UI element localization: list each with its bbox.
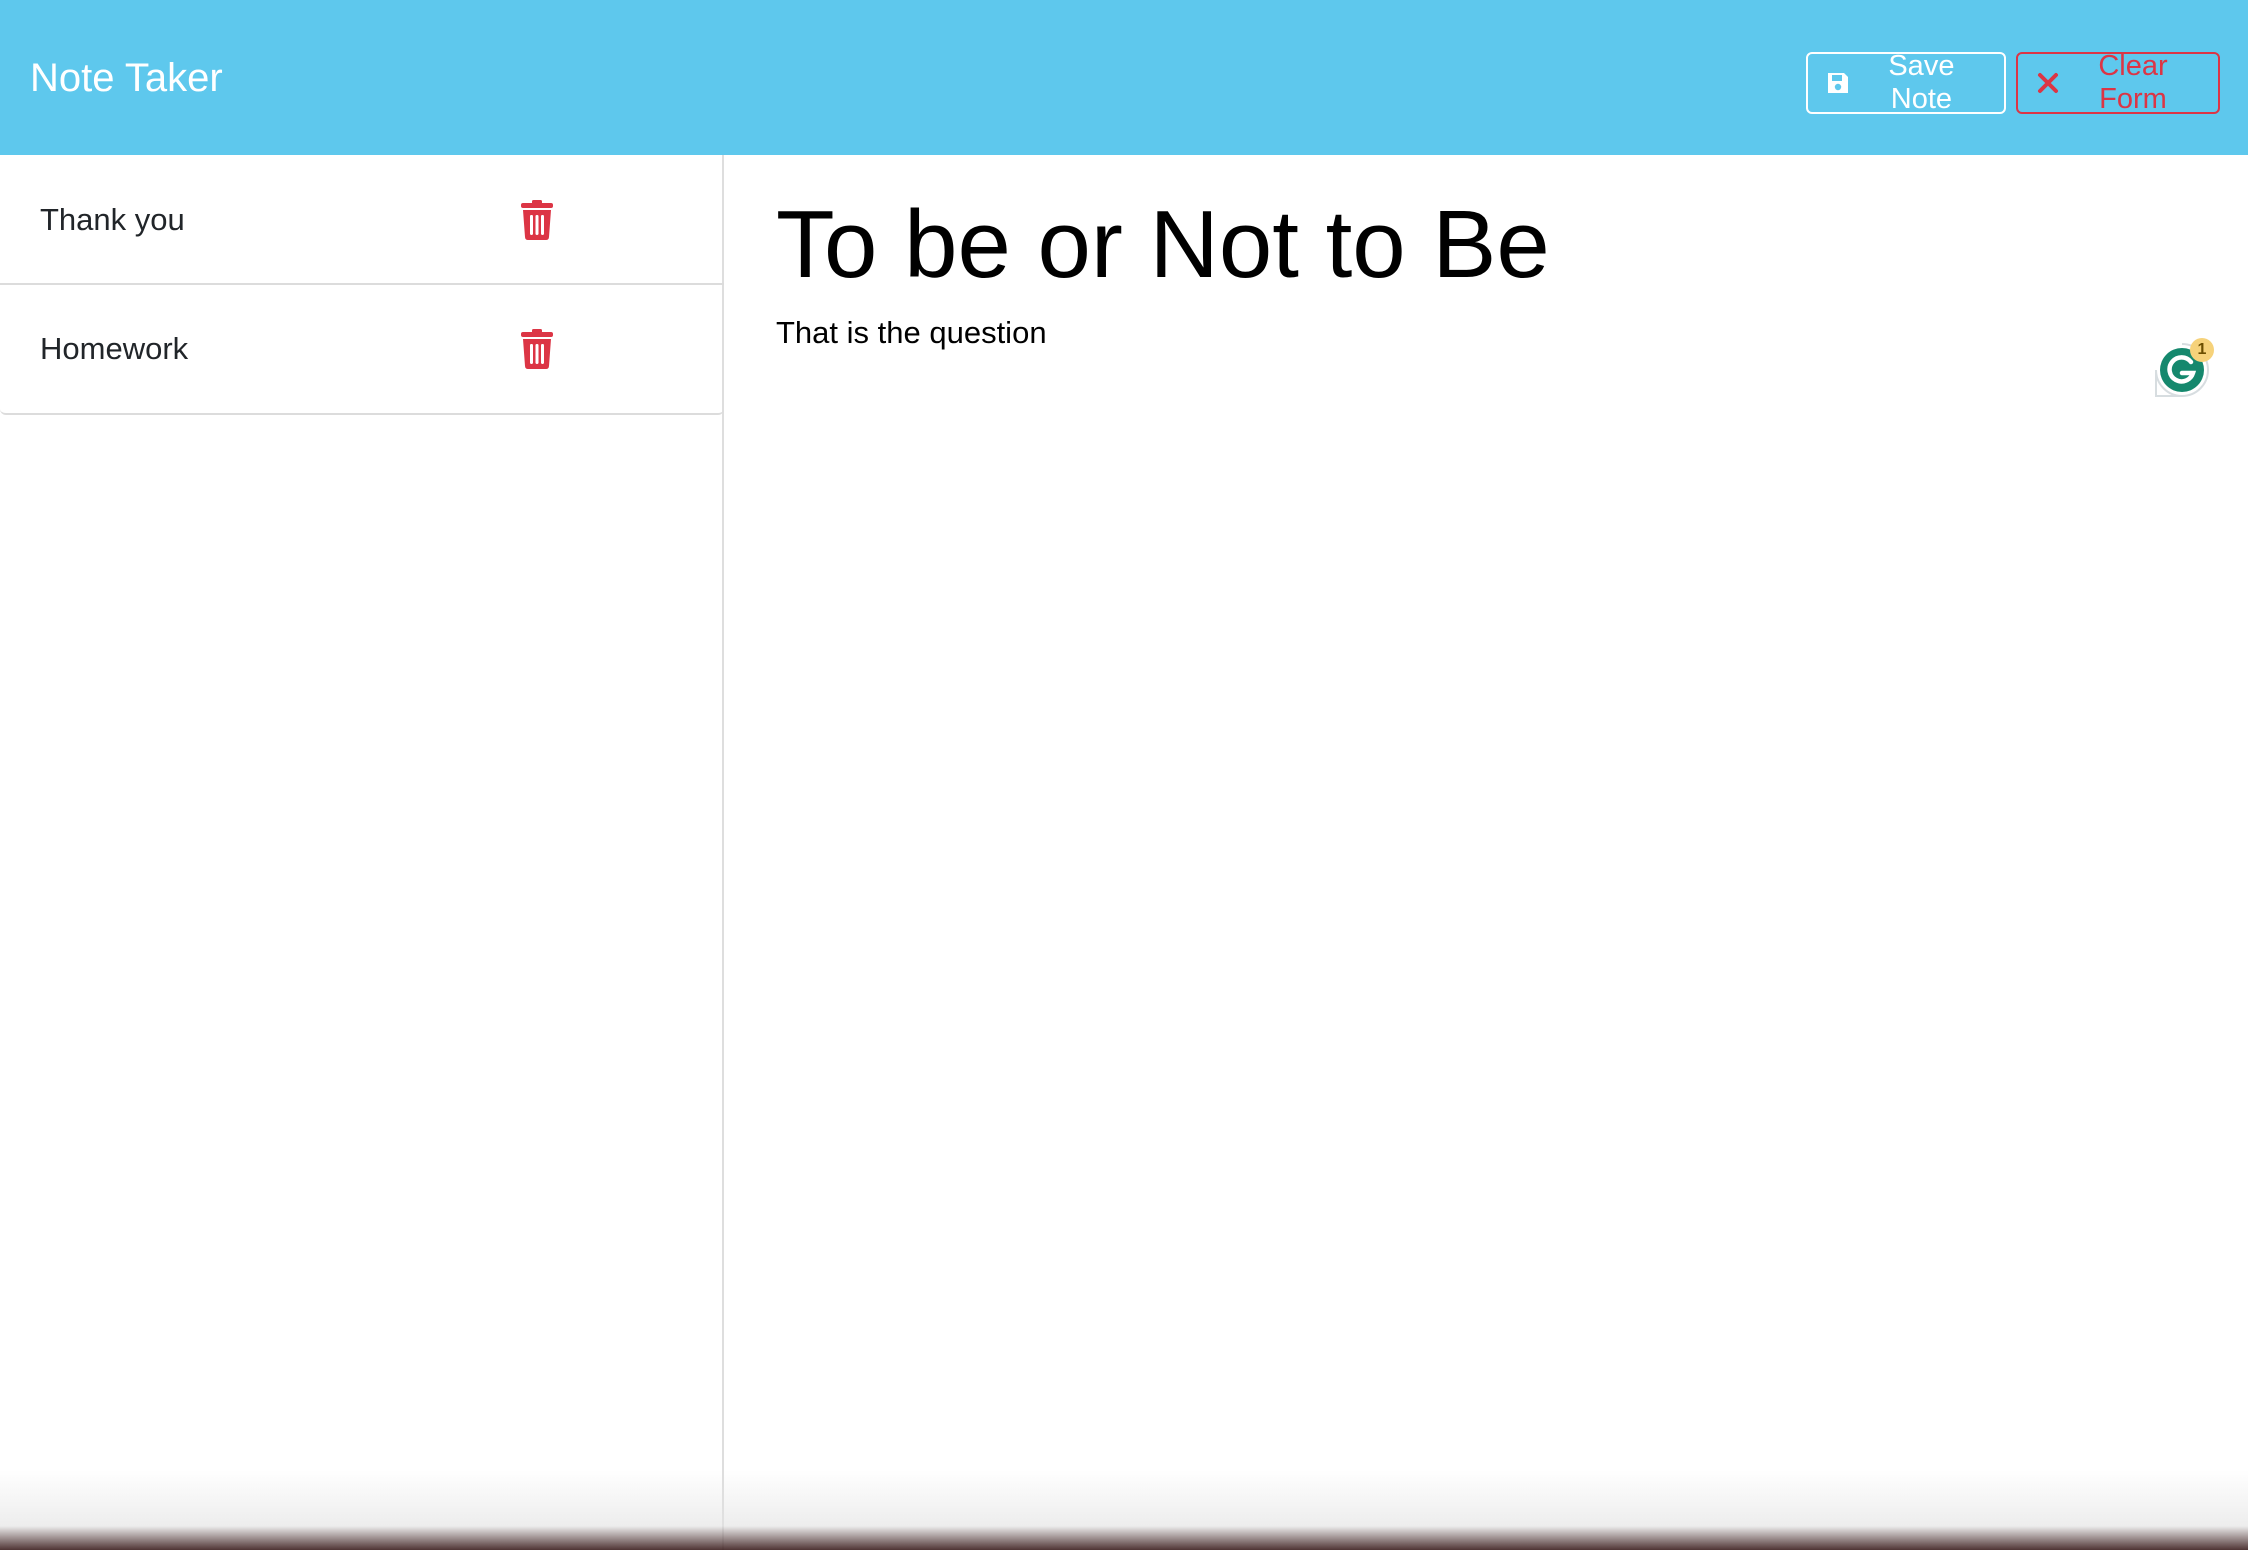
clear-form-button[interactable]: Clear Form: [2016, 50, 2220, 115]
note-taker-app: Note Taker Save Note Clear Form Thank yo…: [0, 0, 2248, 1550]
nav-actions: Save Note Clear Form: [1806, 50, 2220, 115]
floppy-disk-icon: [1826, 70, 1851, 96]
list-item[interactable]: Thank you: [0, 155, 724, 283]
notes-sidebar: Thank you Homework: [0, 155, 724, 1550]
save-note-button[interactable]: Save Note: [1806, 50, 2006, 115]
note-text-input[interactable]: That is the question: [776, 313, 2156, 1413]
brand-link[interactable]: Note Taker: [30, 54, 223, 102]
trash-icon: [521, 199, 553, 240]
note-title: Thank you: [40, 201, 185, 237]
grammarly-count-badge: 1: [2190, 338, 2214, 362]
x-mark-icon: [2036, 70, 2060, 96]
delete-note-button[interactable]: [519, 327, 555, 371]
note-title-input[interactable]: [776, 185, 2156, 305]
save-note-label: Save Note: [1888, 50, 1955, 115]
delete-note-button[interactable]: [519, 198, 555, 242]
list-item[interactable]: Homework: [0, 283, 724, 413]
grammarly-badge[interactable]: 1: [2152, 338, 2214, 400]
clear-form-label: Clear Form: [2098, 50, 2168, 115]
note-title: Homework: [40, 331, 189, 366]
note-list: Thank you Homework: [0, 155, 724, 415]
navbar: Note Taker Save Note Clear Form: [0, 0, 2248, 155]
note-editor: That is the question: [726, 155, 2248, 1550]
trash-icon: [521, 329, 553, 369]
